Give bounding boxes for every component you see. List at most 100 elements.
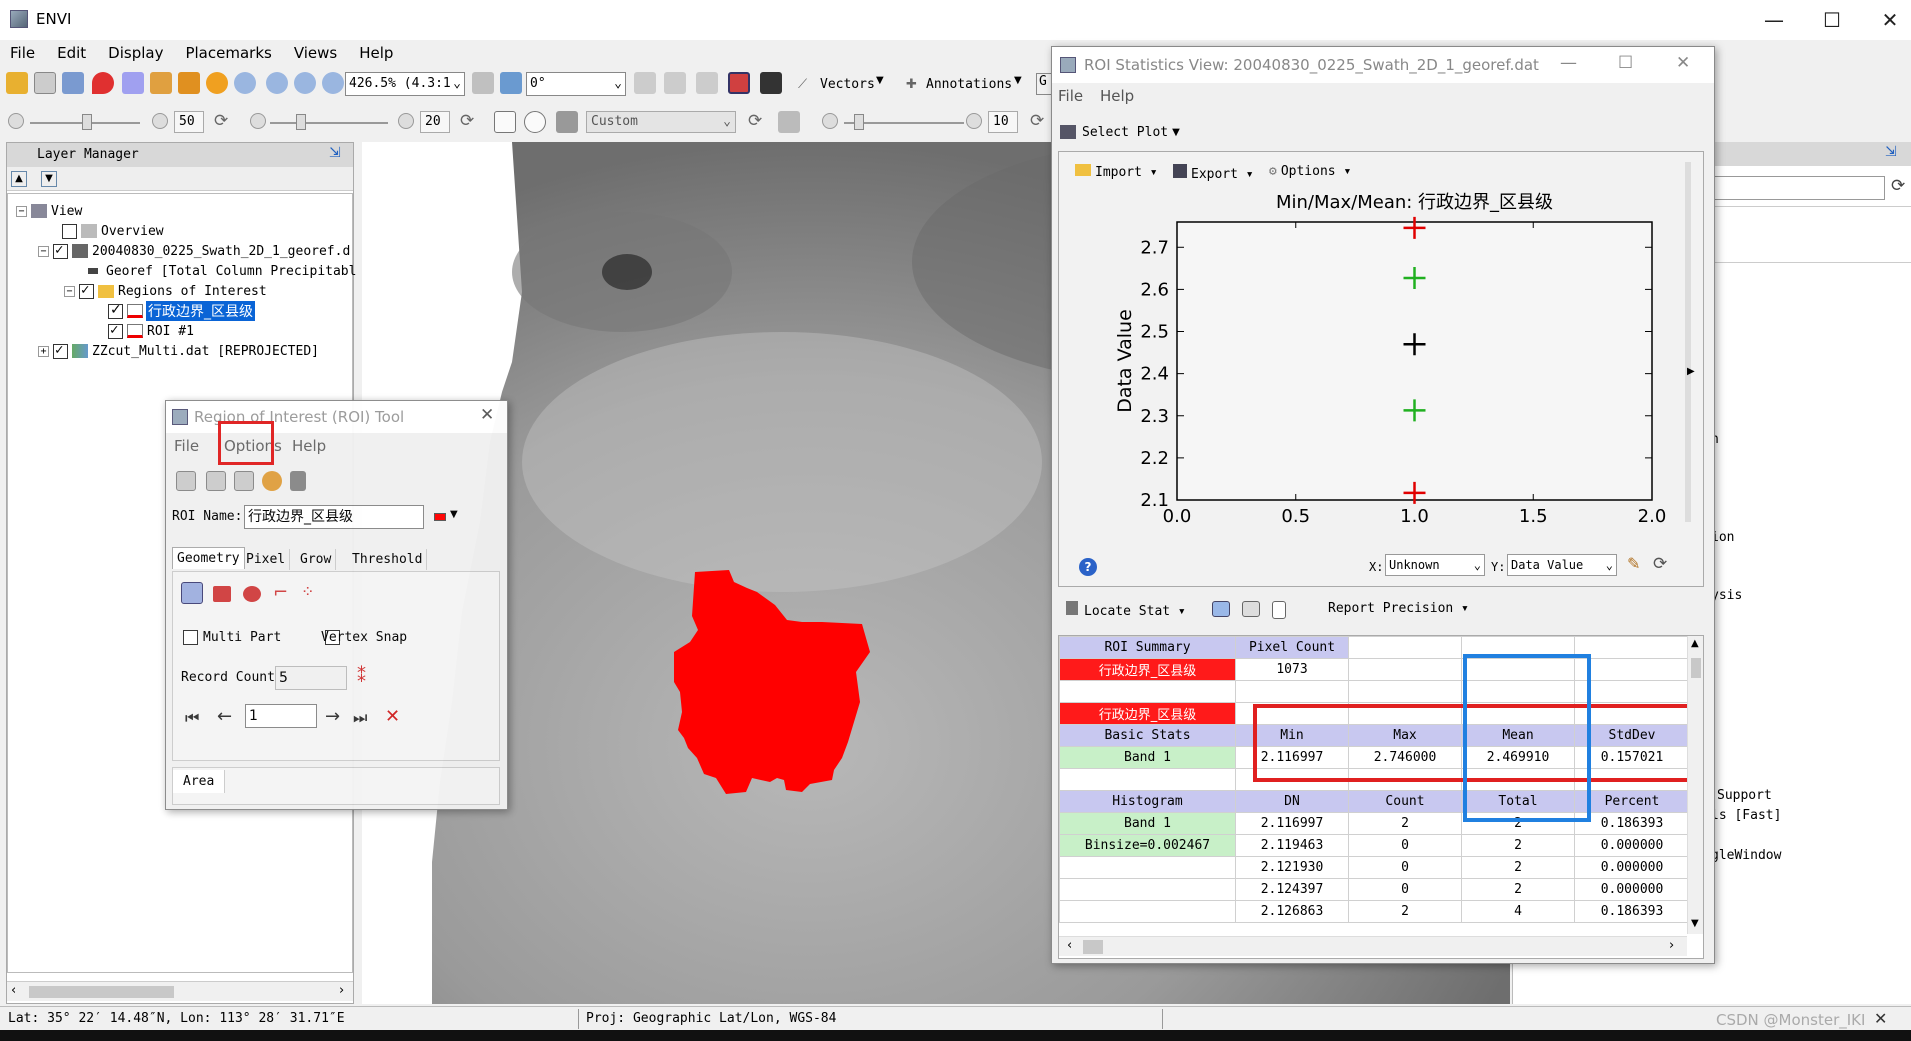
table-vscrollbar[interactable]: ▲ ▼: [1687, 636, 1703, 934]
tree-georef-node[interactable]: Georef [Total Column Precipitabl: [88, 261, 356, 281]
edit-icon[interactable]: ✎: [1627, 554, 1640, 573]
brightness-slider-knob[interactable]: [82, 114, 92, 130]
expand-icon[interactable]: +: [38, 345, 49, 357]
bars-tool-icon[interactable]: [664, 72, 686, 94]
raster-checkbox[interactable]: [53, 242, 68, 259]
menu-file[interactable]: File: [10, 44, 35, 62]
contrast-slider[interactable]: [270, 122, 388, 124]
tree-roi-county[interactable]: 行政边界_区县级: [108, 301, 255, 321]
zoom-icon[interactable]: [234, 72, 256, 94]
stats-menu-help[interactable]: Help: [1100, 87, 1134, 105]
table-hscrollbar[interactable]: ‹ ›: [1059, 936, 1687, 956]
roi-menu-file[interactable]: File: [174, 437, 199, 455]
brightness-value[interactable]: 50: [174, 111, 204, 133]
tree-view-node[interactable]: − View: [16, 201, 82, 221]
full-extent-icon[interactable]: [494, 111, 516, 133]
collapse-all-icon[interactable]: ▲: [11, 171, 27, 187]
tree-raster-node[interactable]: −20040830_0225_Swath_2D_1_georef.d: [38, 241, 350, 261]
tab-area[interactable]: Area: [173, 770, 226, 793]
export-menu[interactable]: Export ▾: [1173, 164, 1254, 182]
refresh-icon[interactable]: ⟳: [460, 111, 474, 131]
layer-hscrollbar[interactable]: ‹ ›: [7, 981, 353, 1001]
document-icon[interactable]: [1272, 601, 1286, 619]
last-record-icon[interactable]: ⏭: [353, 708, 367, 728]
delete-record-icon[interactable]: ⁑: [357, 666, 366, 687]
ellipse-draw-icon[interactable]: [243, 586, 261, 602]
minimize-icon[interactable]: —: [1745, 0, 1803, 40]
close-icon[interactable]: ✕: [1676, 53, 1690, 73]
x-axis-select[interactable]: Unknown ⌄: [1385, 554, 1485, 576]
maximize-icon[interactable]: ☐: [1618, 53, 1633, 73]
close-icon[interactable]: ✕: [480, 405, 494, 425]
first-record-icon[interactable]: ⏮: [185, 708, 199, 728]
roi-folder-checkbox[interactable]: [79, 282, 94, 299]
zoom-select[interactable]: 426.5% (4.3:1 ⌄: [345, 72, 465, 96]
scroll-down-icon[interactable]: ▼: [1691, 918, 1699, 929]
contrast-value[interactable]: 20: [420, 111, 450, 133]
tree-zzcut-node[interactable]: +ZZcut_Multi.dat [REPROJECTED]: [38, 341, 319, 361]
expand-arrow-icon[interactable]: ▶: [1687, 366, 1695, 377]
delete-vertex-icon[interactable]: ✕: [385, 706, 400, 727]
prev-record-icon[interactable]: ←: [217, 706, 232, 727]
roi-menu-help[interactable]: Help: [292, 437, 326, 455]
sharpen-slider-knob[interactable]: [854, 114, 864, 130]
refresh-icon[interactable]: ⟳: [1030, 111, 1044, 131]
crosshair-icon[interactable]: [524, 111, 546, 133]
rotation-select[interactable]: 0° ⌄: [526, 72, 626, 96]
close-icon[interactable]: ✕: [1874, 1009, 1887, 1028]
scroll-left-icon[interactable]: ‹: [11, 983, 16, 998]
rotate-right-icon[interactable]: [500, 72, 522, 94]
pan-hand-icon[interactable]: [150, 72, 172, 94]
tab-grow[interactable]: Grow: [296, 549, 337, 570]
refresh-icon[interactable]: ⟳: [1891, 176, 1905, 196]
tree-roi-folder[interactable]: −Regions of Interest: [64, 281, 267, 301]
collapse-icon[interactable]: −: [64, 285, 75, 297]
refresh-icon[interactable]: ⟳: [1653, 554, 1667, 574]
new-roi-icon[interactable]: [176, 471, 196, 491]
report-precision-menu[interactable]: Report Precision ▾: [1328, 601, 1469, 616]
zoom-out-icon[interactable]: [294, 72, 316, 94]
annotations-icon[interactable]: ✚: [906, 77, 917, 92]
locate-stat-menu[interactable]: Locate Stat ▾: [1066, 601, 1186, 619]
tab-threshold[interactable]: Threshold: [348, 549, 428, 570]
crop-icon[interactable]: [62, 72, 84, 94]
rotate-icon[interactable]: [206, 72, 228, 94]
tab-pixel[interactable]: Pixel: [242, 549, 291, 570]
multi-part-checkbox[interactable]: [183, 630, 198, 645]
minimize-icon[interactable]: —: [1560, 53, 1577, 73]
sharpen-value[interactable]: 10: [988, 111, 1018, 133]
hand-tool-icon[interactable]: [634, 72, 656, 94]
scroll-right-icon[interactable]: ›: [339, 983, 344, 998]
plot-scrollbar[interactable]: [1685, 162, 1691, 522]
roi-1-checkbox[interactable]: [108, 322, 123, 339]
expand-all-icon[interactable]: ▼: [41, 171, 57, 187]
tree-overview-node[interactable]: Overview: [62, 221, 164, 241]
scroll-left-icon[interactable]: ‹: [1067, 938, 1072, 953]
histogram-icon[interactable]: [778, 111, 800, 133]
stats-plot[interactable]: Min/Max/Mean: 行政边界_区县级0.0 0.5 1.0 1.5 2.02.1…: [1069, 188, 1681, 528]
y-axis-select[interactable]: Data Value ⌄: [1507, 554, 1617, 576]
scroll-thumb[interactable]: [29, 986, 174, 998]
zzcut-checkbox[interactable]: [53, 342, 68, 359]
vectors-icon[interactable]: ⟋: [798, 77, 807, 92]
clipboard-icon[interactable]: [34, 72, 56, 94]
menu-display[interactable]: Display: [108, 44, 163, 62]
roi-tool-icon[interactable]: [728, 72, 750, 94]
contrast-slider-knob[interactable]: [296, 114, 306, 130]
collapse-icon[interactable]: −: [16, 205, 27, 217]
roi-county-checkbox[interactable]: [108, 302, 123, 319]
rotate-left-icon[interactable]: [472, 72, 494, 94]
refresh-icon[interactable]: ⟳: [214, 111, 228, 131]
zoom-in-icon[interactable]: [266, 72, 288, 94]
tab-geometry[interactable]: Geometry: [172, 547, 245, 569]
layout-icon[interactable]: [1212, 601, 1230, 617]
tree-roi-1[interactable]: ROI #1: [108, 321, 194, 341]
scroll-thumb[interactable]: [1083, 940, 1103, 954]
record-nav-field[interactable]: 1: [245, 704, 317, 728]
polyline-draw-icon[interactable]: ⌐: [273, 582, 288, 603]
scroll-right-icon[interactable]: ›: [1669, 938, 1674, 953]
select-plot-menu[interactable]: Select Plot ▼: [1060, 121, 1180, 143]
roi-name-field[interactable]: 行政边界_区县级: [244, 505, 424, 529]
placemark-icon[interactable]: [92, 72, 114, 94]
close-icon[interactable]: ✕: [1861, 0, 1911, 40]
